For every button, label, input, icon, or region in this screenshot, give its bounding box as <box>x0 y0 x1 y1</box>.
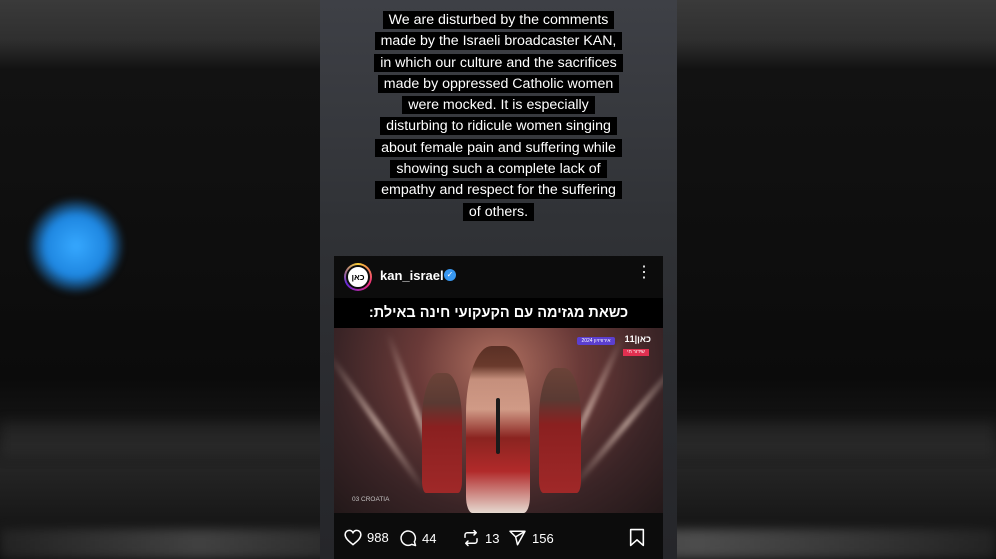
broadcast-badge: אירוויזיון 2024 <box>577 337 615 345</box>
microphone <box>496 398 500 454</box>
repost-icon <box>464 529 478 547</box>
channel-logo: כאן|11 <box>624 334 651 344</box>
avatar[interactable]: כאן <box>344 263 372 291</box>
repost-button[interactable]: 13 <box>462 529 499 547</box>
caption-line: were mocked. It is especially <box>402 96 595 115</box>
avatar-logo: כאן <box>346 265 370 289</box>
post-actions-bar: 988 44 13 156 <box>334 526 663 552</box>
caption-line: showing such a complete lack of <box>390 160 607 179</box>
country-tag: 03 CROATIA <box>352 496 390 503</box>
live-badge: שידור חי <box>623 349 649 356</box>
like-button[interactable]: 988 <box>344 529 389 546</box>
backing-singer-right <box>539 368 581 493</box>
send-icon <box>509 530 526 546</box>
post-username[interactable]: kan_israel <box>380 268 444 283</box>
comment-button[interactable]: 44 <box>399 529 436 547</box>
post-header: כאן kan_israel ✓ ⋮ <box>334 256 663 296</box>
share-count: 156 <box>532 530 554 546</box>
caption-line: empathy and respect for the suffering <box>375 181 622 200</box>
blurred-blue-circle <box>28 198 124 294</box>
verified-badge-icon: ✓ <box>444 269 456 281</box>
backing-singer-left <box>422 373 462 493</box>
comment-count: 44 <box>422 530 437 546</box>
light-ray <box>334 351 429 495</box>
bookmark-icon <box>629 528 645 547</box>
caption-line: We are disturbed by the comments <box>382 11 615 29</box>
comment-icon <box>400 530 417 547</box>
caption-line: made by the Israeli broadcaster KAN, <box>374 32 623 51</box>
repost-count: 13 <box>485 530 500 546</box>
caption-line: about female pain and suffering while <box>375 138 622 157</box>
post-media-image[interactable]: אירוויזיון 2024 כאן|11 שידור חי 03 CROAT… <box>334 328 663 513</box>
heart-icon <box>344 529 362 546</box>
post-overlay-text: כשאת מגזימה עם הקעקועי חינה באילת: <box>334 298 663 328</box>
caption-line: of others. <box>462 202 535 221</box>
story-panel: We are disturbed by the comments made by… <box>320 0 677 559</box>
like-count: 988 <box>367 530 389 545</box>
story-caption: We are disturbed by the comments made by… <box>330 10 667 223</box>
caption-line: disturbing to ridicule women singing <box>380 117 617 136</box>
embedded-post[interactable]: כאן kan_israel ✓ ⋮ כשאת מגזימה עם הקעקוע… <box>334 256 663 559</box>
bookmark-button[interactable] <box>629 528 645 552</box>
caption-line: in which our culture and the sacrifices <box>374 53 623 72</box>
share-button[interactable]: 156 <box>508 529 554 547</box>
more-options-icon[interactable]: ⋮ <box>636 265 652 281</box>
caption-line: made by oppressed Catholic women <box>377 74 620 93</box>
